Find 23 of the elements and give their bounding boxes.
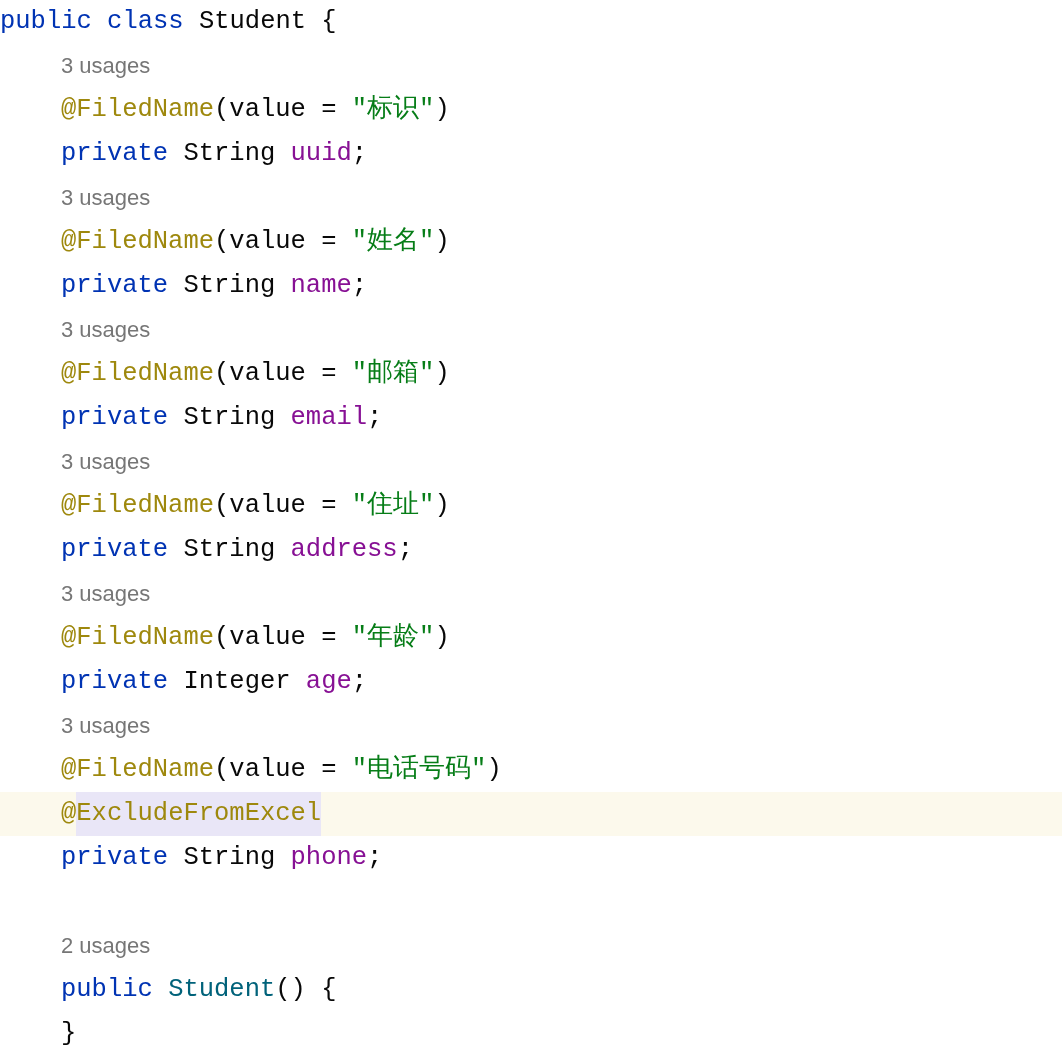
usages-hint[interactable]: 2 usages [61, 931, 151, 961]
code-line: private String uuid; [61, 138, 368, 170]
code-line: public class Student { [0, 6, 337, 38]
code-line: @ExcludeFromExcel [61, 792, 322, 836]
code-line: } [61, 1018, 77, 1050]
usages-hint[interactable]: 3 usages [61, 447, 151, 477]
usages-hint[interactable]: 3 usages [61, 183, 151, 213]
code-line: public Student() { [61, 974, 337, 1006]
code-line: @FiledName(value = "年龄") [61, 622, 450, 654]
code-line: private String name; [61, 270, 368, 302]
code-line: private String address; [61, 534, 413, 566]
usages-hint[interactable]: 3 usages [61, 315, 151, 345]
code-line: @FiledName(value = "住址") [61, 489, 450, 522]
usages-hint[interactable]: 3 usages [61, 711, 151, 741]
usages-hint[interactable]: 3 usages [61, 579, 151, 609]
code-line: @FiledName(value = "标识") [61, 94, 450, 126]
code-line: private String email; [61, 402, 383, 434]
code-line: @FiledName(value = "电话号码") [61, 753, 502, 786]
code-line: @FiledName(value = "邮箱") [61, 357, 450, 390]
code-line: private Integer age; [61, 666, 368, 698]
usages-hint[interactable]: 3 usages [61, 51, 151, 81]
code-line: private String phone; [61, 842, 383, 874]
code-line: @FiledName(value = "姓名") [61, 226, 450, 258]
